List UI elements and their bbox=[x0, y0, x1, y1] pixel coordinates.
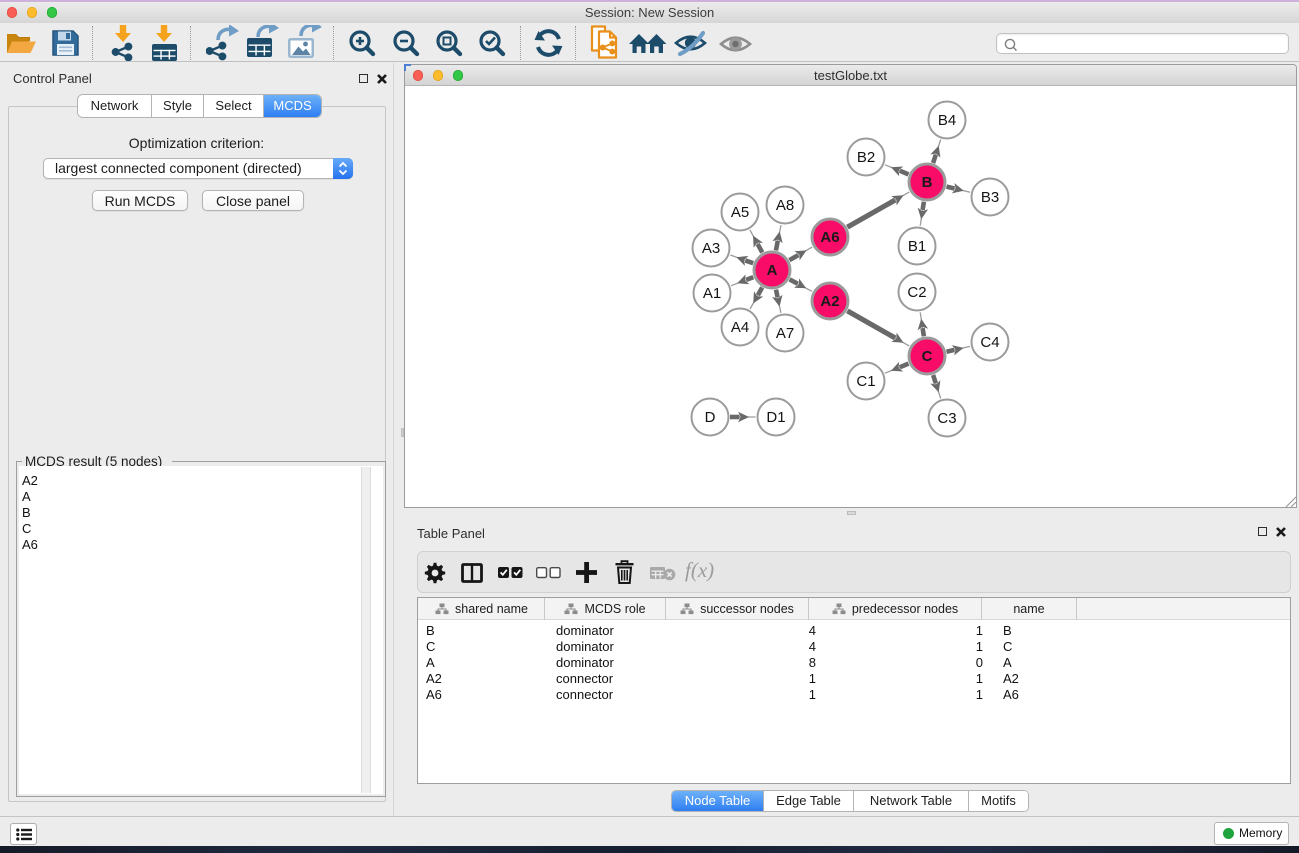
svg-text:A6: A6 bbox=[820, 229, 839, 246]
svg-text:A1: A1 bbox=[703, 285, 721, 302]
svg-text:C2: C2 bbox=[907, 284, 926, 301]
svg-text:B2: B2 bbox=[857, 149, 875, 166]
svg-text:A5: A5 bbox=[731, 204, 749, 221]
svg-text:A3: A3 bbox=[702, 240, 720, 257]
svg-text:C1: C1 bbox=[856, 373, 875, 390]
svg-text:D: D bbox=[705, 409, 716, 426]
svg-text:B4: B4 bbox=[938, 112, 956, 129]
svg-text:D1: D1 bbox=[766, 409, 785, 426]
svg-text:C4: C4 bbox=[980, 334, 999, 351]
svg-text:B: B bbox=[922, 174, 933, 191]
svg-text:A2: A2 bbox=[820, 293, 839, 310]
svg-text:B1: B1 bbox=[908, 238, 926, 255]
svg-text:C: C bbox=[922, 348, 933, 365]
svg-text:A: A bbox=[767, 262, 778, 279]
svg-text:A7: A7 bbox=[776, 325, 794, 342]
svg-text:B3: B3 bbox=[981, 189, 999, 206]
svg-text:A4: A4 bbox=[731, 319, 749, 336]
svg-text:A8: A8 bbox=[776, 197, 794, 214]
svg-text:C3: C3 bbox=[937, 410, 956, 427]
